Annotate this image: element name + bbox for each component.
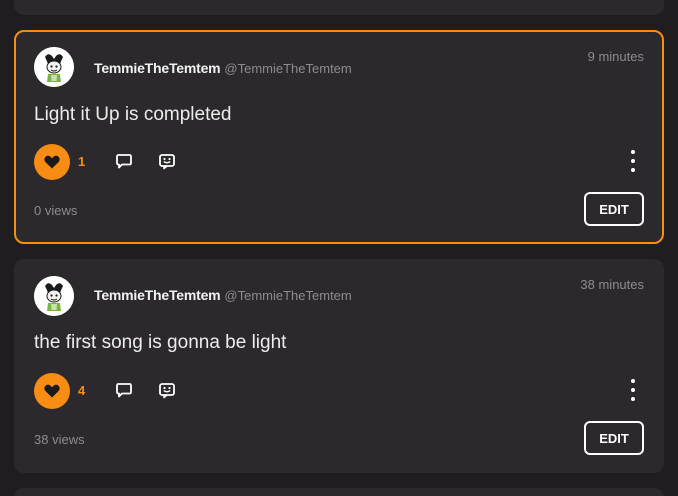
heart-icon [44, 155, 60, 169]
display-name[interactable]: TemmieTheTemtem [94, 60, 221, 76]
temmie-avatar-icon [34, 276, 74, 316]
edit-button[interactable]: EDIT [584, 192, 644, 226]
comment-button[interactable] [114, 380, 134, 400]
post-card[interactable]: TemmieTheTemtem @TemmieTheTemtem 9 minute… [14, 30, 664, 244]
like-button[interactable] [34, 373, 70, 409]
post-card[interactable]: TemmieTheTemtem @TemmieTheTemtem 38 minut… [14, 259, 664, 473]
comment-button[interactable] [114, 151, 134, 171]
more-options-icon[interactable] [628, 150, 638, 172]
like-button[interactable] [34, 144, 70, 180]
share-icon [159, 154, 175, 170]
share-button[interactable] [157, 380, 177, 400]
comment-icon [116, 154, 132, 169]
like-count[interactable]: 1 [78, 154, 85, 169]
author-name[interactable]: TemmieTheTemtem @TemmieTheTemtem [94, 60, 352, 76]
post-feed: TemmieTheTemtem @TemmieTheTemtem 9 minute… [0, 0, 678, 496]
view-count: 0 views [34, 203, 78, 218]
avatar[interactable] [34, 47, 74, 87]
next-post-card [14, 488, 664, 496]
comment-icon [116, 383, 132, 398]
author-handle[interactable]: @TemmieTheTemtem [224, 288, 351, 303]
author-name[interactable]: TemmieTheTemtem @TemmieTheTemtem [94, 287, 352, 303]
author-handle[interactable]: @TemmieTheTemtem [224, 61, 351, 76]
previous-post-card [14, 0, 664, 15]
post-text: Light it Up is completed [34, 104, 232, 125]
post-timestamp[interactable]: 9 minutes [588, 49, 644, 64]
heart-icon [44, 384, 60, 398]
edit-button[interactable]: EDIT [584, 421, 644, 455]
post-text: the first song is gonna be light [34, 332, 287, 353]
more-options-icon[interactable] [628, 379, 638, 401]
avatar[interactable] [34, 276, 74, 316]
temmie-avatar-icon [34, 47, 74, 87]
share-button[interactable] [157, 151, 177, 171]
like-count[interactable]: 4 [78, 383, 85, 398]
view-count: 38 views [34, 432, 85, 447]
share-icon [159, 383, 175, 399]
post-timestamp[interactable]: 38 minutes [580, 277, 644, 292]
display-name[interactable]: TemmieTheTemtem [94, 287, 221, 303]
